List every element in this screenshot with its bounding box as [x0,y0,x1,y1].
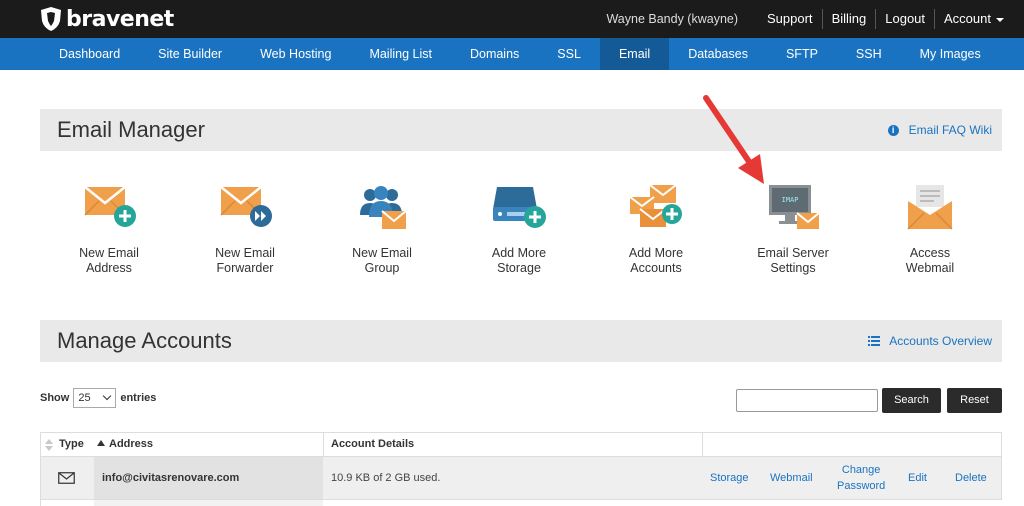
tile-email-server-settings[interactable]: IMAP Email Server Settings [738,183,848,275]
tile-label-line1: Access [909,246,951,260]
tile-add-more-storage[interactable]: Add More Storage [464,183,574,275]
address-cell-bg [94,500,323,506]
bravenet-logo[interactable]: bravenet [40,6,174,32]
manage-accounts-title: Manage Accounts [57,328,232,353]
list-icon [868,336,881,346]
change-password-line2: Password [837,480,886,492]
tile-label-line1: New Email [79,246,139,260]
search-button[interactable]: Search [882,388,941,413]
delete-link[interactable]: Delete [955,457,987,499]
tile-label-line1: New Email [215,246,275,260]
tile-label-line2: Forwarder [216,260,274,275]
tab-databases[interactable]: Databases [669,38,767,70]
logout-link[interactable]: Logout [875,9,934,29]
entries-select[interactable]: 25 [73,388,117,408]
tile-label-line2: Group [364,260,400,275]
webmail-envelope-icon [907,185,953,230]
tile-label-line1: Add More [628,246,684,260]
account-menu-label: Account [944,11,991,26]
current-user: Wayne Bandy (kwayne) [606,12,739,26]
type-cell [58,457,75,499]
tab-dashboard[interactable]: Dashboard [40,38,139,70]
storage-link[interactable]: Storage [710,457,749,499]
accounts-table-header: Type Address Account Details [40,432,1002,457]
tab-web-hosting[interactable]: Web Hosting [241,38,350,70]
caret-down-icon [996,17,1004,22]
red-arrow-annotation [703,95,764,184]
billing-link[interactable]: Billing [821,9,876,29]
tab-ssl[interactable]: SSL [538,38,600,70]
entries-value: 25 [78,392,91,404]
tile-new-email-forwarder[interactable]: New Email Forwarder [190,183,300,275]
accounts-overview-label: Accounts Overview [889,334,992,348]
manage-accounts-header: Manage Accounts Accounts Overview [40,320,1002,362]
tile-label-line2: Webmail [905,260,955,275]
search-input[interactable] [736,389,878,412]
tile-label-line2: Settings [770,260,816,275]
email-faq-link[interactable]: i Email FAQ Wiki [887,123,992,137]
info-icon: i [887,124,899,136]
email-faq-label: Email FAQ Wiki [908,123,992,137]
tile-new-email-address[interactable]: New Email Address [54,183,164,275]
table-row [40,499,1002,506]
address-cell: info@civitasrenovare.com [102,472,240,484]
tile-add-more-accounts[interactable]: Add More Accounts [601,183,711,275]
envelope-forward-icon [220,186,272,227]
envelope-plus-icon [84,186,136,227]
tile-label-line2: Address [86,260,132,275]
imap-monitor-icon: IMAP [769,185,820,229]
email-manager-header: Email Manager i Email FAQ Wiki [40,109,1002,151]
details-cell: 10.9 KB of 2 GB used. [331,472,441,484]
account-menu[interactable]: Account [934,9,1024,29]
change-password-link[interactable]: Change Password [837,457,885,499]
column-divider [702,433,703,456]
tab-sftp[interactable]: SFTP [767,38,837,70]
account-links: Wayne Bandy (kwayne) Support Billing Log… [606,0,1024,38]
change-password-line1: Change [841,464,881,476]
column-address[interactable]: Address [109,433,153,456]
edit-link[interactable]: Edit [908,457,927,499]
sort-both-icon [45,439,53,451]
envelopes-plus-icon [629,184,682,227]
envelope-icon [58,472,75,484]
tab-domains[interactable]: Domains [451,38,538,70]
column-account-details[interactable]: Account Details [331,433,414,456]
table-row: info@civitasrenovare.com 10.9 KB of 2 GB… [40,457,1002,499]
tab-email[interactable]: Email [599,38,670,70]
webmail-link[interactable]: Webmail [770,457,813,499]
tile-access-webmail[interactable]: Access Webmail [875,183,985,275]
tile-label-line2: Storage [497,260,541,275]
brand-name: bravenet [66,6,174,32]
tile-label-line1: New Email [352,246,412,260]
chevron-down-icon [103,391,112,401]
tile-label-line2: Accounts [630,260,682,275]
shield-logo-icon [41,7,61,31]
tab-mailing-list[interactable]: Mailing List [350,38,451,70]
imap-badge: IMAP [782,196,799,204]
tile-new-email-group[interactable]: New Email Group [327,183,437,275]
sort-asc-icon [97,440,105,446]
entries-label: entries [120,392,157,404]
tab-site-builder[interactable]: Site Builder [139,38,241,70]
storage-plus-icon [493,187,546,228]
tab-my-images[interactable]: My Images [901,38,1000,70]
tile-label-line1: Email Server [757,246,829,260]
column-type[interactable]: Type [59,433,84,456]
support-link[interactable]: Support [758,9,822,29]
show-label: Show [40,392,70,404]
accounts-overview-link[interactable]: Accounts Overview [868,334,992,348]
reset-button[interactable]: Reset [947,388,1002,413]
tile-label-line1: Add More [491,246,547,260]
tab-ssh[interactable]: SSH [837,38,901,70]
column-divider [323,433,324,456]
email-manager-title: Email Manager [57,117,205,142]
show-entries-control: Show 25 entries [40,388,156,408]
group-envelope-icon [360,186,407,229]
main-nav: Dashboard Site Builder Web Hosting Maili… [0,38,1024,70]
top-bar: bravenet Wayne Bandy (kwayne) Support Bi… [0,0,1024,38]
